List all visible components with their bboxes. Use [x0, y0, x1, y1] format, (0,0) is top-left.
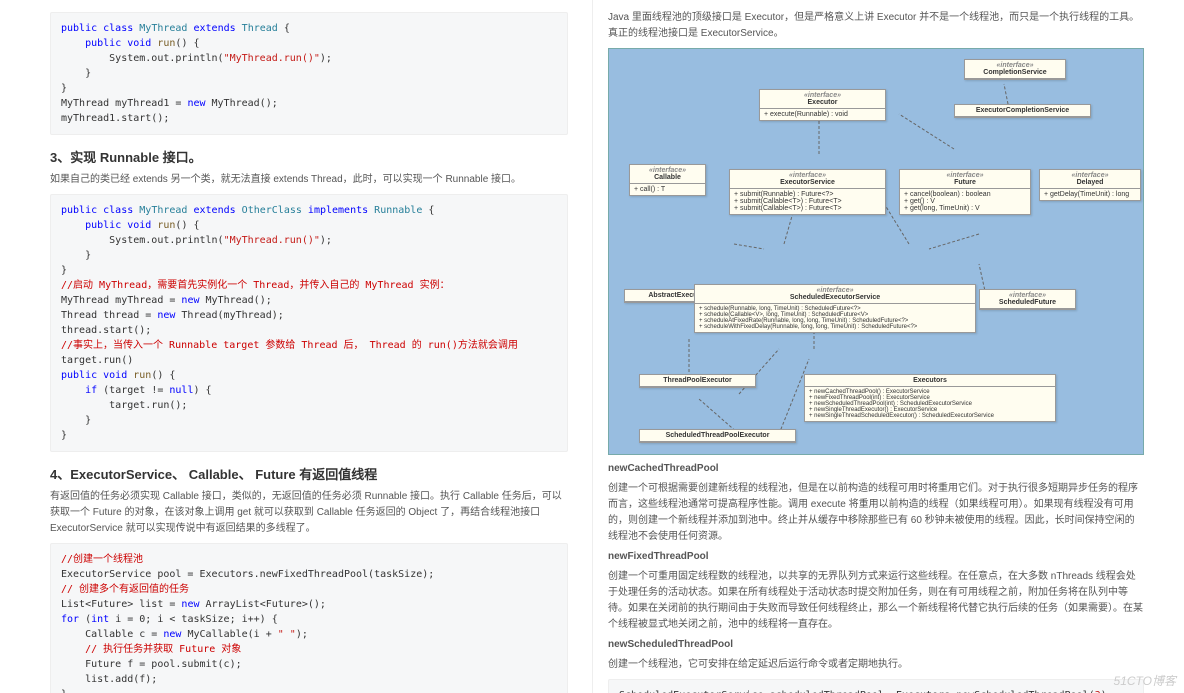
- uml-future: «interface»Future + cancel(boolean) : bo…: [899, 169, 1031, 215]
- para-executorservice: 有返回值的任务必须实现 Callable 接口，类似的，无返回值的任务必须 Ru…: [50, 489, 568, 537]
- uml-threadpoolexecutor: ThreadPoolExecutor: [639, 374, 756, 388]
- para-runnable: 如果自己的类已经 extends 另一个类，就无法直接 extends Thre…: [50, 172, 568, 188]
- para-newcached: 创建一个可根据需要创建新线程的线程池，但是在以前构造的线程可用时将重用它们。对于…: [608, 481, 1144, 545]
- heading-newscheduled: newScheduledThreadPool: [608, 637, 1144, 653]
- heading-4-executorservice: 4、ExecutorService、 Callable、 Future 有返回值…: [50, 464, 568, 483]
- uml-delayed: «interface»Delayed + getDelay(TimeUnit) …: [1039, 169, 1141, 201]
- code-block-2: public class MyThread extends OtherClass…: [50, 194, 568, 452]
- uml-executorservice: «interface»ExecutorService + submit(Runn…: [729, 169, 886, 215]
- uml-scheduledexecutorservice: «interface»ScheduledExecutorService + sc…: [694, 284, 976, 333]
- uml-executorcompletionservice: ExecutorCompletionService: [954, 104, 1091, 118]
- para-newfixed: 创建一个可重用固定线程数的线程池，以共享的无界队列方式来运行这些线程。在任意点，…: [608, 569, 1144, 633]
- column-divider: [592, 0, 593, 693]
- uml-executor: «interface»Executor + execute(Runnable) …: [759, 89, 886, 121]
- uml-scheduledthreadpoolexecutor: ScheduledThreadPoolExecutor: [639, 429, 796, 443]
- right-intro: Java 里面线程池的顶级接口是 Executor，但是严格意义上讲 Execu…: [608, 10, 1144, 42]
- left-column: public class MyThread extends Thread { p…: [0, 0, 592, 693]
- uml-scheduledfuture: «interface»ScheduledFuture: [979, 289, 1076, 310]
- uml-completionservice: «interface»CompletionService: [964, 59, 1066, 80]
- code-block-1: public class MyThread extends Thread { p…: [50, 12, 568, 135]
- heading-3-runnable: 3、实现 Runnable 接口。: [50, 147, 568, 166]
- heading-newfixed: newFixedThreadPool: [608, 549, 1144, 565]
- uml-callable: «interface»Callable + call() : T: [629, 164, 706, 196]
- code-block-5: ScheduledExecutorService scheduledThread…: [608, 679, 1144, 693]
- right-column: Java 里面线程池的顶级接口是 Executor，但是严格意义上讲 Execu…: [592, 0, 1184, 693]
- document-page: public class MyThread extends Thread { p…: [0, 0, 1184, 693]
- watermark: 51CTO博客: [1114, 672, 1176, 689]
- heading-newcached: newCachedThreadPool: [608, 461, 1144, 477]
- code-block-3: //创建一个线程池 ExecutorService pool = Executo…: [50, 543, 568, 693]
- para-newscheduled: 创建一个线程池，它可安排在给定延迟后运行命令或者定期地执行。: [608, 657, 1144, 673]
- uml-executors: Executors + newCachedThreadPool() : Exec…: [804, 374, 1056, 422]
- uml-diagram: «interface»CompletionService «interface»…: [608, 48, 1144, 455]
